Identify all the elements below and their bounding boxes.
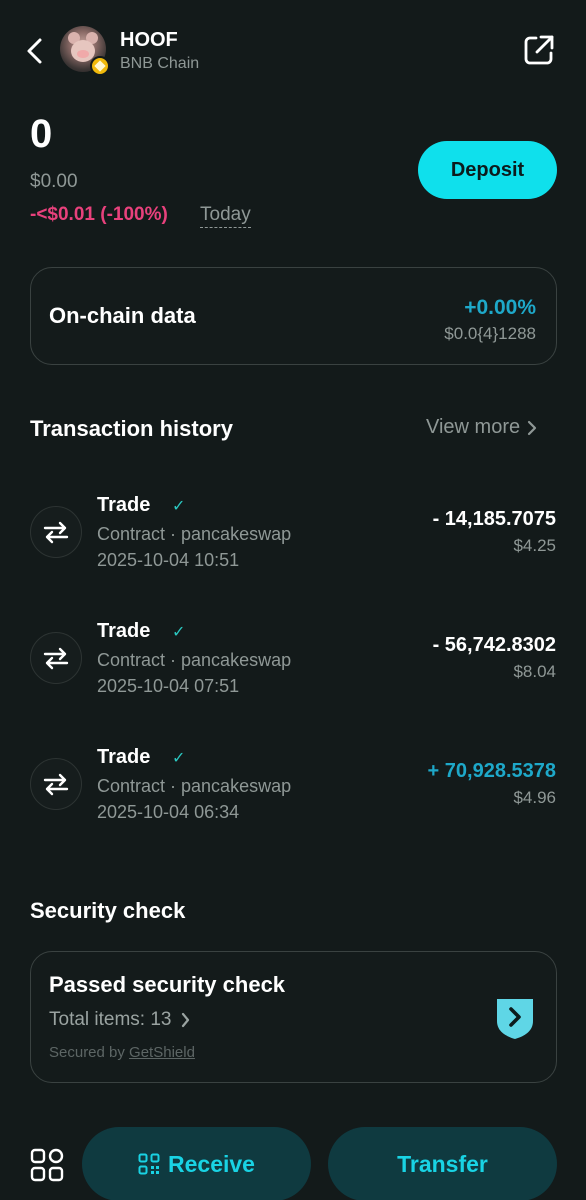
chevron-right-icon <box>528 420 537 435</box>
receive-button[interactable]: Receive <box>82 1127 311 1200</box>
transaction-amount: - 56,742.8302 <box>432 634 556 656</box>
transaction-type: Trade <box>97 494 151 516</box>
security-check-title: Security check <box>30 898 186 923</box>
bnb-chain-icon <box>90 56 110 76</box>
secured-by-text: Secured by GetShield <box>49 1044 195 1061</box>
transaction-icon-wrap <box>30 506 82 558</box>
secured-by-prefix: Secured by <box>49 1044 130 1061</box>
share-button[interactable] <box>522 33 556 67</box>
token-balance: 0 <box>30 112 53 156</box>
shield-chevron-icon <box>497 999 533 1039</box>
transaction-row[interactable]: Trade ✓ Contract · pancakeswap 2025-10-0… <box>0 606 586 716</box>
onchain-price: $0.0{4}1288 <box>444 324 536 343</box>
security-total-items-label: Total items: 13 <box>49 1009 172 1030</box>
transaction-amount: + 70,928.5378 <box>427 760 556 782</box>
transaction-contract: Contract · pancakeswap <box>97 776 292 796</box>
transaction-icon-wrap <box>30 758 82 810</box>
deposit-button[interactable]: Deposit <box>418 141 557 199</box>
transaction-amount: - 14,185.7075 <box>432 508 556 530</box>
fiat-balance: $0.00 <box>30 171 78 192</box>
transaction-history-title: Transaction history <box>30 416 233 441</box>
external-link-icon <box>524 35 554 65</box>
onchain-title: On-chain data <box>49 303 196 328</box>
security-check-card[interactable]: Passed security check Total items: 13 Se… <box>30 951 557 1083</box>
chevron-left-icon <box>27 38 42 64</box>
transaction-row[interactable]: Trade ✓ Contract · pancakeswap 2025-10-0… <box>0 480 586 590</box>
back-button[interactable] <box>18 34 52 68</box>
transaction-usd: $4.25 <box>513 536 556 555</box>
onchain-data-card[interactable]: On-chain data +0.00% $0.0{4}1288 <box>30 267 557 365</box>
token-name: HOOF <box>120 29 178 51</box>
check-icon: ✓ <box>172 750 186 767</box>
swap-arrows-icon <box>43 647 69 670</box>
apps-button[interactable] <box>30 1148 64 1182</box>
transaction-type: Trade <box>97 620 151 642</box>
check-icon: ✓ <box>172 624 186 641</box>
qr-code-icon <box>138 1153 160 1175</box>
security-total-items[interactable]: Total items: 13 <box>49 1009 191 1031</box>
swap-arrows-icon <box>43 773 69 796</box>
transaction-usd: $4.96 <box>513 788 556 807</box>
transaction-contract: Contract · pancakeswap <box>97 524 292 544</box>
change-period[interactable]: Today <box>200 204 251 228</box>
swap-arrows-icon <box>43 521 69 544</box>
security-status: Passed security check <box>49 972 286 997</box>
transaction-type: Trade <box>97 746 151 768</box>
transaction-date: 2025-10-04 07:51 <box>97 676 240 696</box>
apps-grid-icon <box>30 1148 64 1182</box>
transaction-usd: $8.04 <box>513 662 556 681</box>
transaction-contract: Contract · pancakeswap <box>97 650 292 670</box>
transaction-date: 2025-10-04 10:51 <box>97 550 240 570</box>
onchain-change: +0.00% <box>464 296 536 319</box>
view-more-label: View more <box>426 416 521 438</box>
price-change: -<$0.01 (-100%) <box>30 204 168 225</box>
chevron-right-icon <box>181 1012 189 1028</box>
transaction-icon-wrap <box>30 632 82 684</box>
check-icon: ✓ <box>172 498 186 515</box>
transfer-button[interactable]: Transfer <box>328 1127 557 1200</box>
transaction-row[interactable]: Trade ✓ Contract · pancakeswap 2025-10-0… <box>0 732 586 842</box>
view-more-link[interactable]: View more <box>426 416 538 439</box>
receive-label: Receive <box>168 1150 255 1177</box>
getshield-link[interactable]: GetShield <box>129 1044 195 1061</box>
transaction-date: 2025-10-04 06:34 <box>97 802 240 822</box>
chain-name: BNB Chain <box>120 55 200 72</box>
token-avatar <box>60 26 112 78</box>
